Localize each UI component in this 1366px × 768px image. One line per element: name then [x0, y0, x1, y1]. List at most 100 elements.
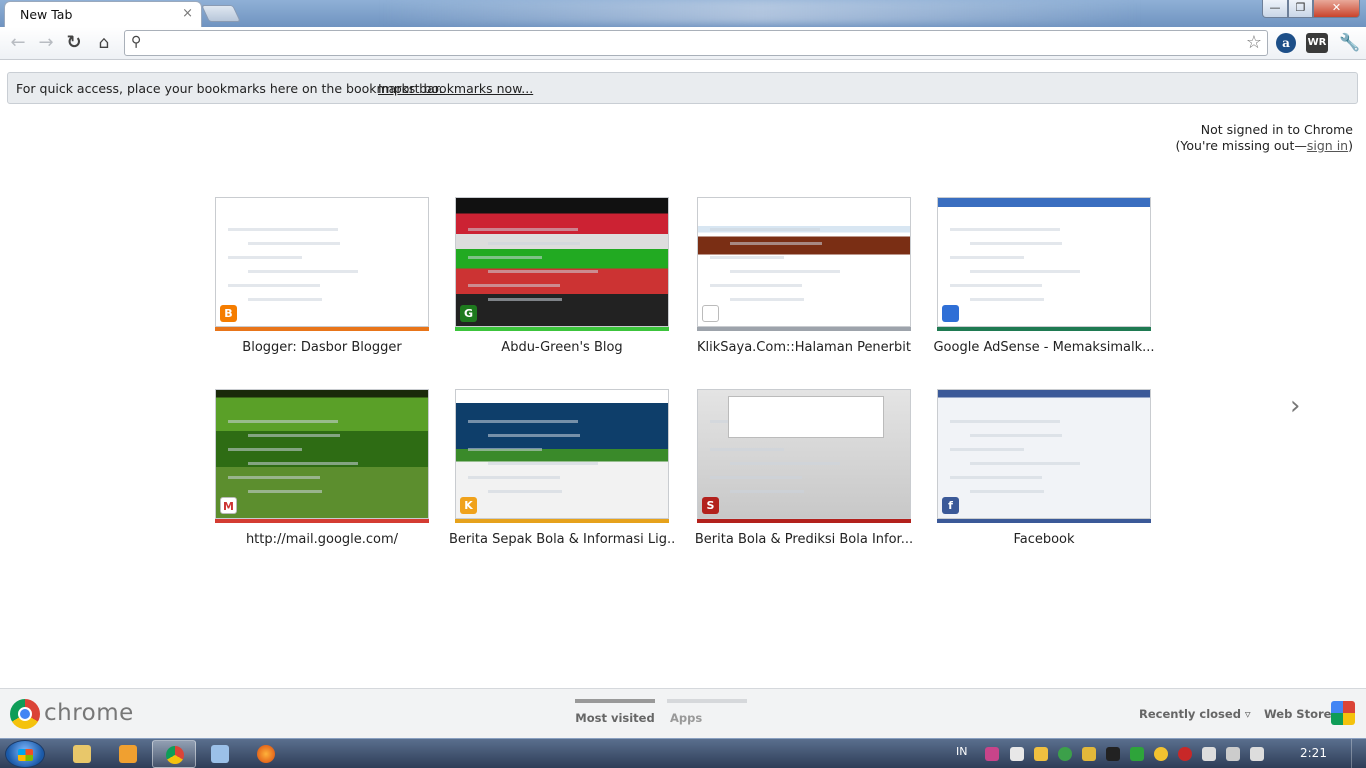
taskbar-media-player[interactable]	[106, 740, 150, 768]
tile-content-line	[950, 228, 1060, 231]
next-page-arrow-icon[interactable]: ›	[1290, 391, 1300, 421]
tile-content-line	[730, 270, 840, 273]
favicon-icon: G	[460, 305, 477, 322]
minimize-button[interactable]: —	[1262, 0, 1288, 18]
tray-triangle-icon[interactable]	[1130, 747, 1144, 761]
recently-closed-menu[interactable]: Recently closed ▿	[1139, 707, 1251, 721]
favicon-icon: B	[220, 305, 237, 322]
most-visited-label: Most visited	[575, 711, 655, 725]
tile-content-line	[730, 490, 804, 493]
bookmark-star-icon[interactable]: ☆	[1246, 32, 1262, 53]
forward-icon[interactable]: →	[34, 31, 58, 55]
tile-title: Berita Sepak Bola & Informasi Lig...	[449, 532, 675, 547]
tile-title: Facebook	[1013, 532, 1075, 547]
tray-app-icon[interactable]	[985, 747, 999, 761]
background-tab-blur	[380, 0, 1140, 24]
tray-flower-icon[interactable]	[1082, 747, 1096, 761]
taskbar-paint[interactable]	[198, 740, 242, 768]
tile-content-line	[488, 270, 598, 273]
tile-content-line	[228, 256, 302, 259]
tile-accent-bar	[937, 519, 1151, 523]
signin-suffix: )	[1348, 138, 1353, 153]
taskbar-firefox[interactable]	[244, 740, 288, 768]
tile-content-line	[228, 228, 338, 231]
taskbar-chrome[interactable]	[152, 740, 196, 768]
favicon-icon	[942, 305, 959, 322]
tab-close-icon[interactable]: ×	[182, 6, 193, 21]
tray-usb-icon[interactable]	[1202, 747, 1216, 761]
omnibox[interactable]: ⚲ ☆	[124, 30, 1268, 56]
tile-content-line	[468, 476, 560, 479]
tile-content-line	[950, 476, 1042, 479]
wrench-menu-icon[interactable]: 🔧	[1339, 33, 1360, 53]
tile-screenshot	[697, 389, 911, 519]
tile-content-line	[730, 242, 822, 245]
home-icon[interactable]: ⌂	[92, 31, 116, 55]
tile-content-line	[488, 462, 598, 465]
close-window-button[interactable]: ✕	[1313, 0, 1360, 18]
extension-a-icon[interactable]: a	[1276, 33, 1296, 53]
paint-icon	[211, 745, 229, 763]
volume-icon[interactable]	[1250, 747, 1264, 761]
tab-title: New Tab	[20, 7, 73, 22]
signin-notice: Not signed in to Chrome (You're missing …	[1176, 122, 1353, 154]
tile-accent-bar	[215, 327, 429, 331]
tile-content-line	[468, 256, 542, 259]
most-visited-tile[interactable]: Google AdSense - Memaksimalk...	[933, 197, 1155, 355]
omnibox-input[interactable]	[151, 33, 1241, 53]
tray-tool-icon[interactable]	[1034, 747, 1048, 761]
tile-title: Abdu-Green's Blog	[501, 340, 623, 355]
most-visited-tile[interactable]: Mhttp://mail.google.com/	[215, 389, 429, 547]
apps-label: Apps	[670, 711, 703, 725]
signin-link[interactable]: sign in	[1307, 138, 1348, 153]
tile-content-line	[488, 490, 562, 493]
show-desktop-button[interactable]	[1351, 739, 1366, 768]
most-visited-indicator	[575, 699, 655, 703]
tile-content-line	[970, 434, 1062, 437]
tab-new-tab[interactable]: New Tab ×	[4, 1, 202, 28]
tile-content-line	[468, 284, 560, 287]
action-center-flag-icon[interactable]	[1010, 747, 1024, 761]
most-visited-tile[interactable]: S Berita Bola & Prediksi Bola Infor...	[695, 389, 913, 547]
tray-globe-icon[interactable]	[1058, 747, 1072, 761]
extension-wr-icon[interactable]: WR	[1306, 33, 1328, 53]
clock[interactable]: 2:21	[1300, 746, 1327, 760]
tile-content-line	[468, 448, 542, 451]
most-visited-tile[interactable]: KlikSaya.Com::Halaman Penerbit	[697, 197, 911, 355]
new-tab-button[interactable]	[201, 5, 241, 22]
tray-monitor-icon[interactable]	[1106, 747, 1120, 761]
favicon-icon: M	[220, 497, 237, 514]
tile-content-line	[248, 242, 340, 245]
tab-apps[interactable]: Apps	[667, 699, 747, 729]
start-button[interactable]	[5, 740, 45, 768]
tile-content-line	[468, 420, 578, 423]
chrome-logo-icon	[10, 699, 40, 729]
tab-most-visited[interactable]: Most visited	[575, 699, 655, 729]
tile-accent-bar	[215, 519, 429, 523]
back-icon[interactable]: ←	[6, 31, 30, 55]
most-visited-tile[interactable]: K Berita Sepak Bola & Informasi Lig...	[449, 389, 675, 547]
tile-content-line	[950, 256, 1024, 259]
tile-screenshot	[455, 197, 669, 327]
import-bookmarks-link[interactable]: Import bookmarks now...	[378, 81, 533, 96]
reload-icon[interactable]: ↻	[62, 31, 86, 55]
signin-prompt: (You're missing out—sign in)	[1176, 138, 1353, 154]
tray-antivirus-icon[interactable]	[1178, 747, 1192, 761]
tile-title: Blogger: Dasbor Blogger	[242, 340, 402, 355]
language-indicator[interactable]: IN	[956, 745, 967, 758]
signin-prefix: (You're missing out—	[1175, 138, 1307, 153]
taskbar-explorer[interactable]	[60, 740, 104, 768]
most-visited-tile[interactable]: f Facebook	[937, 389, 1151, 547]
tile-screenshot	[937, 197, 1151, 327]
tile-screenshot	[697, 197, 911, 327]
tile-content-line	[970, 490, 1044, 493]
network-icon[interactable]	[1226, 747, 1240, 761]
tray-smiley-icon[interactable]	[1154, 747, 1168, 761]
web-store-link[interactable]: Web Store	[1264, 707, 1331, 721]
tile-content-line	[228, 284, 320, 287]
maximize-button[interactable]: ❐	[1288, 0, 1313, 18]
web-store-icon[interactable]	[1331, 701, 1355, 725]
ntp-footer: chrome Most visited Apps Recently closed…	[0, 688, 1366, 738]
most-visited-tile[interactable]: G Abdu-Green's Blog	[455, 197, 669, 355]
most-visited-tile[interactable]: B Blogger: Dasbor Blogger	[215, 197, 429, 355]
